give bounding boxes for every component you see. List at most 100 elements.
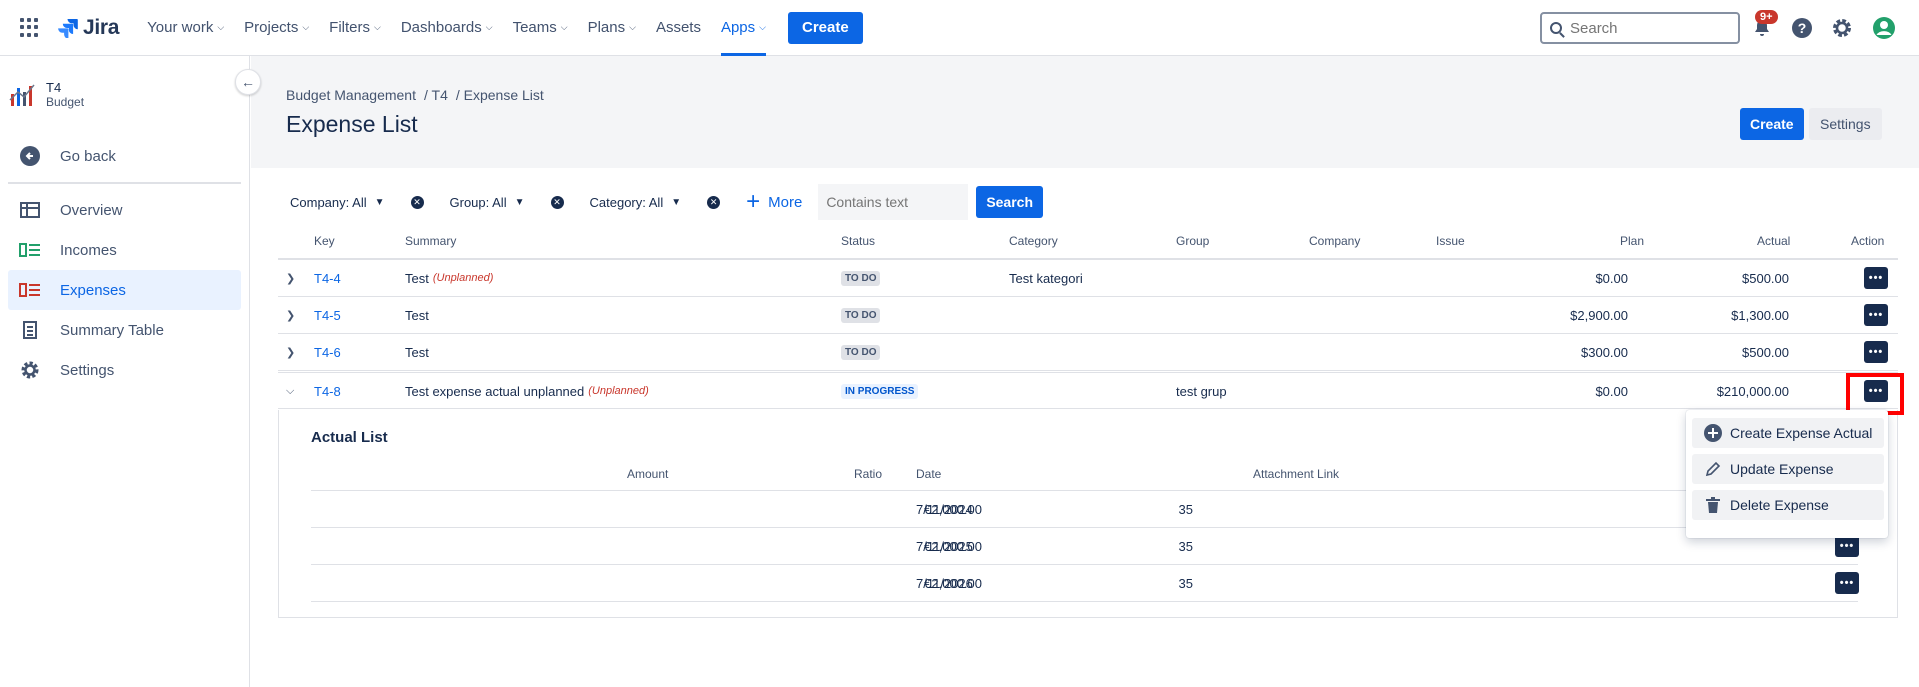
ratio-cell: 35 xyxy=(1178,538,1193,554)
breadcrumb-item[interactable]: Budget Management xyxy=(286,87,416,103)
table-row-expanded: ⌵ T4-8 Test expense actual unplanned (Unp… xyxy=(278,372,1898,409)
nav-assets[interactable]: Assets xyxy=(646,0,711,56)
issue-key-link[interactable]: T4-4 xyxy=(314,260,341,296)
action-cell: ••• xyxy=(1835,565,1859,601)
go-back-link[interactable]: Go back xyxy=(8,136,241,176)
notification-badge: 9+ xyxy=(1755,10,1778,24)
column-header-plan[interactable]: Plan xyxy=(1620,234,1644,248)
nav-filters[interactable]: Filters ⌵ xyxy=(319,0,391,56)
issue-key-link[interactable]: T4-6 xyxy=(314,334,341,370)
clear-company-filter-icon[interactable]: ✕ xyxy=(410,195,424,209)
actual-cell: $1,300.00 xyxy=(1731,307,1789,323)
menu-item-create-expense-actual[interactable]: Create Expense Actual xyxy=(1692,418,1884,448)
project-name: T4 xyxy=(46,80,62,95)
more-label: More xyxy=(768,193,803,211)
chevron-right-icon[interactable]: ❯ xyxy=(286,260,295,296)
plan-cell: $0.00 xyxy=(1595,383,1628,399)
menu-item-delete-expense[interactable]: Delete Expense xyxy=(1692,490,1884,520)
column-header-issue[interactable]: Issue xyxy=(1436,234,1465,248)
jira-logo[interactable]: Jira xyxy=(58,16,119,40)
profile-avatar-icon[interactable] xyxy=(1872,16,1896,40)
app-switcher-icon[interactable] xyxy=(20,17,40,38)
status-cell: TO DO xyxy=(841,297,881,333)
create-expense-button[interactable]: Create xyxy=(1740,108,1804,140)
column-header-action: Action xyxy=(1851,234,1885,248)
nav-projects[interactable]: Projects ⌵ xyxy=(234,0,319,56)
global-search[interactable] xyxy=(1540,12,1740,44)
action-cell: ••• xyxy=(1864,297,1888,333)
help-icon[interactable]: ? xyxy=(1790,16,1814,40)
issue-key-link[interactable]: T4-8 xyxy=(314,373,341,409)
nav-dashboards[interactable]: Dashboards ⌵ xyxy=(391,0,503,56)
unplanned-tag: (Unplanned) xyxy=(588,385,649,397)
column-header-attachment-link: Attachment Link xyxy=(1253,467,1340,481)
status-cell: TO DO xyxy=(841,334,881,370)
search-button[interactable]: Search xyxy=(976,186,1044,218)
category-filter[interactable]: Category: All ▼ xyxy=(590,195,682,210)
status-cell: TO DO xyxy=(841,260,881,296)
settings-gear-icon[interactable] xyxy=(1830,16,1854,40)
column-header-group[interactable]: Group xyxy=(1176,234,1209,248)
status-badge: TO DO xyxy=(841,270,881,286)
settings-button[interactable]: Settings xyxy=(1809,108,1882,140)
sidebar-item-label: Overview xyxy=(60,201,123,219)
column-header-company[interactable]: Company xyxy=(1309,234,1360,248)
chevron-down-icon: ⌵ xyxy=(629,22,636,32)
sidebar-item-settings[interactable]: Settings xyxy=(8,350,241,390)
actual-cell: $210,000.00 xyxy=(1716,383,1789,399)
company-filter[interactable]: Company: All ▼ xyxy=(290,195,385,210)
chevron-right-icon[interactable]: ❯ xyxy=(286,297,295,333)
more-actions-button[interactable]: ••• xyxy=(1835,535,1859,557)
column-header-category[interactable]: Category xyxy=(1009,234,1058,248)
summary-cell: Test (Unplanned) xyxy=(405,260,493,296)
trash-icon xyxy=(1704,497,1722,513)
issue-key-link[interactable]: T4-5 xyxy=(314,297,341,333)
more-filters-button[interactable]: + More xyxy=(746,188,803,215)
ratio-cell: 35 xyxy=(1178,501,1193,517)
sidebar-item-expenses[interactable]: Expenses xyxy=(8,270,241,310)
menu-item-label: Update Expense xyxy=(1730,461,1834,477)
more-actions-button[interactable]: ••• xyxy=(1864,267,1888,289)
more-actions-button[interactable]: ••• xyxy=(1864,341,1888,363)
summary-table-icon xyxy=(18,321,42,339)
create-button[interactable]: Create xyxy=(787,11,863,44)
filter-label: Category: All xyxy=(589,194,664,210)
action-cell: ••• xyxy=(1864,260,1888,296)
chevron-down-icon[interactable]: ⌵ xyxy=(286,373,294,409)
chevron-down-icon: ⌵ xyxy=(374,22,381,32)
more-actions-button[interactable]: ••• xyxy=(1835,572,1859,594)
clear-group-filter-icon[interactable]: ✕ xyxy=(550,195,564,209)
collapse-sidebar-button[interactable]: ← xyxy=(235,69,261,95)
breadcrumb-item[interactable]: / Expense List xyxy=(456,87,544,103)
expenses-icon xyxy=(18,283,42,297)
summary-text: Test xyxy=(405,307,429,323)
search-input[interactable] xyxy=(1570,19,1720,37)
plus-icon: + xyxy=(746,188,761,215)
nav-your-work[interactable]: Your work ⌵ xyxy=(137,0,234,56)
clear-category-filter-icon[interactable]: ✕ xyxy=(707,195,721,209)
highlight-box xyxy=(1846,373,1904,415)
project-header[interactable]: T4 Budget xyxy=(8,80,84,110)
nav-apps[interactable]: Apps ⌵ xyxy=(711,0,776,56)
column-header-actual[interactable]: Actual xyxy=(1757,234,1790,248)
column-header-status[interactable]: Status xyxy=(841,234,875,248)
search-icon xyxy=(1550,22,1562,34)
nav-label: Your work xyxy=(147,19,214,36)
column-header-key[interactable]: Key xyxy=(314,234,335,248)
group-filter[interactable]: Group: All ▼ xyxy=(450,195,525,210)
ratio-cell: 35 xyxy=(1178,575,1193,591)
sidebar-item-overview[interactable]: Overview xyxy=(8,190,241,230)
status-badge: TO DO xyxy=(841,344,881,360)
menu-item-update-expense[interactable]: Update Expense xyxy=(1692,454,1884,484)
sidebar-item-label: Summary Table xyxy=(60,321,164,339)
contains-text-input[interactable] xyxy=(818,184,969,220)
nav-teams[interactable]: Teams ⌵ xyxy=(503,0,578,56)
breadcrumb-item[interactable]: / T4 xyxy=(424,87,448,103)
more-actions-button[interactable]: ••• xyxy=(1864,304,1888,326)
sidebar-item-summary-table[interactable]: Summary Table xyxy=(8,310,241,350)
sidebar-item-incomes[interactable]: Incomes xyxy=(8,230,241,270)
column-header-summary[interactable]: Summary xyxy=(405,234,456,248)
nav-plans[interactable]: Plans ⌵ xyxy=(578,0,646,56)
actual-row: €2,000.00 35 7/11/2025 ••• xyxy=(311,528,1859,565)
chevron-right-icon[interactable]: ❯ xyxy=(286,334,295,370)
